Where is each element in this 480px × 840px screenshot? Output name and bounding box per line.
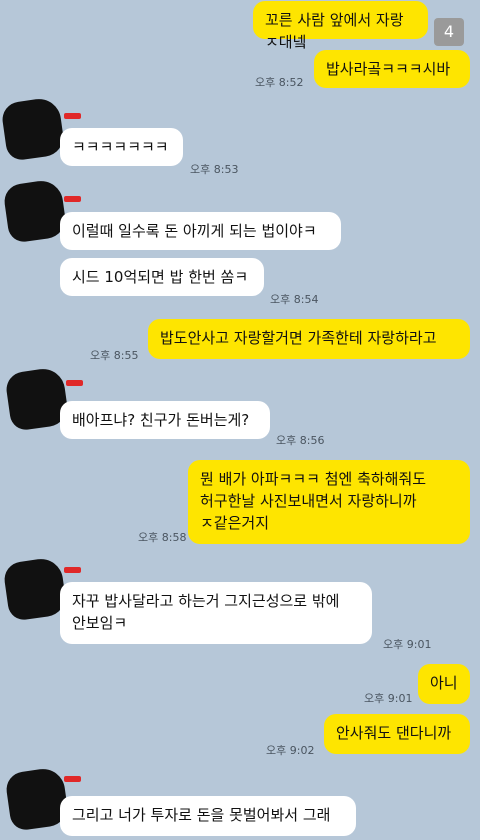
message-bubble-received[interactable]: 배아프냐? 친구가 돈버는게? — [60, 401, 270, 439]
message-bubble-sent[interactable]: 안사줘도 댄다니까 — [324, 714, 470, 754]
message-bubble-sent[interactable]: 꼬른 사람 앞에서 자랑 ㅈ대넼 — [253, 1, 428, 51]
friend-name-redacted — [64, 113, 81, 119]
friend-avatar-redacted[interactable] — [0, 96, 66, 162]
message-bubble-sent[interactable]: 뭔 배가 아파ㅋㅋㅋ 첨엔 축하해줘도 허구한날 사진보내면서 자랑하니까 ㅈ같… — [188, 460, 470, 544]
friend-avatar-redacted[interactable] — [2, 178, 68, 244]
friend-avatar-redacted[interactable] — [2, 556, 68, 622]
message-bubble-received[interactable]: 시드 10억되면 밥 한번 쏨ㅋ — [60, 258, 264, 296]
message-bubble-sent[interactable]: 밥도안사고 자랑할거면 가족한테 자랑하라고 — [148, 319, 470, 359]
message-bubble-sent[interactable]: 아니 — [418, 664, 470, 704]
message-timestamp: 오후 9:01 — [364, 692, 413, 705]
friend-name-redacted — [64, 567, 81, 573]
message-bubble-received[interactable]: 그리고 너가 투자로 돈을 못벌어봐서 그래 — [60, 796, 356, 836]
message-timestamp: 오후 9:01 — [383, 638, 432, 651]
friend-name-redacted — [64, 776, 81, 782]
message-bubble-sent[interactable]: 밥사라곸ㅋㅋㅋ시바 — [314, 50, 470, 88]
message-timestamp: 오후 8:55 — [90, 349, 139, 362]
message-bubble-received[interactable]: ㅋㅋㅋㅋㅋㅋㅋ — [60, 128, 183, 166]
message-timestamp: 오후 8:58 — [138, 531, 187, 544]
message-timestamp: 오후 8:52 — [255, 76, 304, 89]
message-timestamp: 오후 8:56 — [276, 434, 325, 447]
message-bubble-received[interactable]: 자꾸 밥사달라고 하는거 그지근성으로 밖에 안보임ㅋ — [60, 582, 372, 644]
message-timestamp: 오후 9:02 — [266, 744, 315, 757]
message-bubble-received[interactable]: 이럴때 일수록 돈 아끼게 되는 법이야ㅋ — [60, 212, 341, 250]
friend-name-redacted — [66, 380, 83, 386]
message-timestamp: 오후 8:53 — [190, 163, 239, 176]
photo-count-badge[interactable]: 4 — [434, 18, 464, 46]
friend-name-redacted — [64, 196, 81, 202]
message-timestamp: 오후 8:54 — [270, 293, 319, 306]
